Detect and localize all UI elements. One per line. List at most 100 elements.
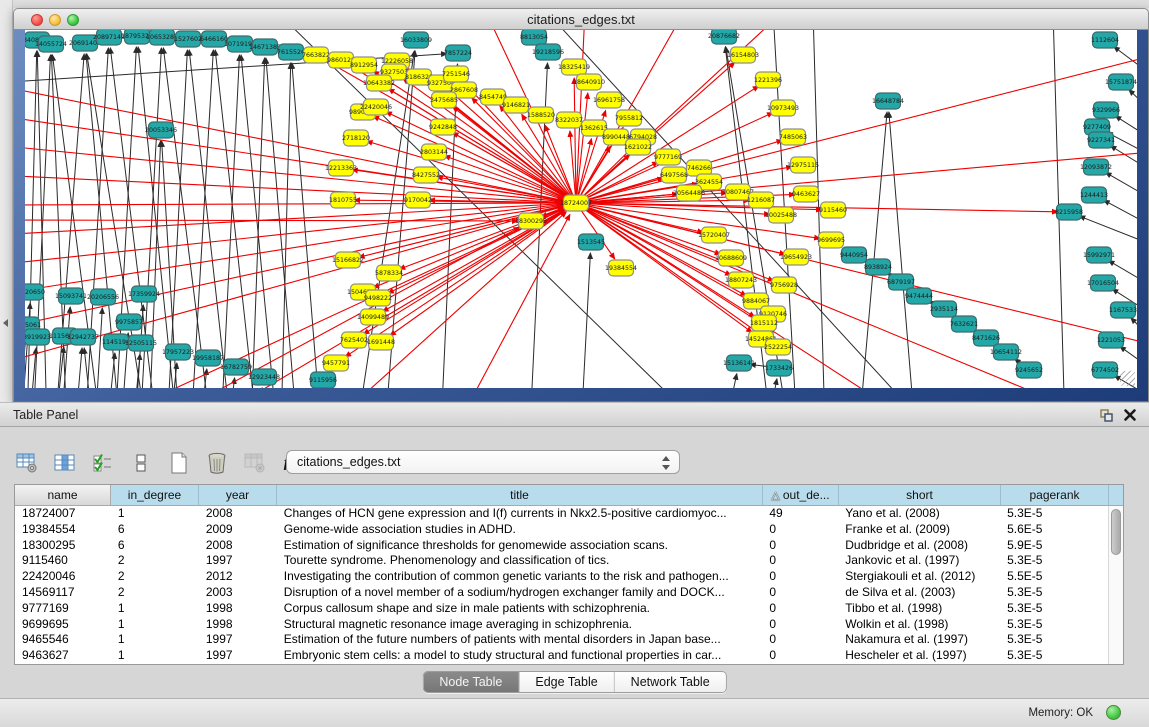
graph-node[interactable]: 7663822: [302, 47, 330, 63]
graph-node[interactable]: 1244413: [1080, 187, 1108, 203]
graph-node[interactable]: 22420046: [360, 99, 392, 115]
memory-ok-indicator[interactable]: [1106, 705, 1121, 720]
graph-node[interactable]: 1588520: [527, 107, 555, 123]
graph-edge[interactable]: [1106, 172, 1137, 198]
graph-edge[interactable]: [581, 253, 590, 388]
graph-edge[interactable]: [1131, 318, 1137, 340]
window-titlebar[interactable]: citations_edges.txt: [13, 8, 1149, 30]
table-row[interactable]: 969969511998Structural magnetic resonanc…: [15, 617, 1108, 633]
graph-node[interactable]: 1527602: [174, 31, 202, 47]
graph-node[interactable]: 6774502: [1091, 362, 1119, 378]
graph-node[interactable]: 1810755: [329, 192, 357, 208]
graph-node[interactable]: 15093741: [55, 288, 87, 304]
graph-node[interactable]: 8813054: [520, 30, 548, 45]
graph-node[interactable]: 8912954: [350, 57, 378, 73]
graph-node[interactable]: 2522254: [764, 339, 792, 355]
graph-node-hub[interactable]: 18724007: [560, 195, 592, 211]
graph-edge-selected[interactable]: [359, 203, 576, 257]
table-row[interactable]: 977716911998Corpus callosum shape and si…: [15, 601, 1108, 617]
graph-node[interactable]: 16961758: [593, 92, 625, 108]
graph-edge[interactable]: [1129, 90, 1137, 110]
table-selector-dropdown[interactable]: citations_edges.txt: [286, 450, 680, 474]
graph-node[interactable]: 10643382: [363, 75, 395, 91]
graph-edge[interactable]: [95, 308, 102, 388]
table-row[interactable]: 1872400712008Changes of HCN gene express…: [15, 506, 1108, 522]
table-row[interactable]: 946554611997Estimation of the future num…: [15, 632, 1108, 648]
graph-node[interactable]: 1621022: [624, 139, 652, 155]
graph-node[interactable]: 8427552: [412, 167, 440, 183]
tab-node-table[interactable]: Node Table: [423, 672, 519, 692]
graph-node[interactable]: 18640910: [573, 74, 605, 90]
graph-node[interactable]: 7857224: [444, 45, 472, 61]
graph-node[interactable]: 18325419: [558, 59, 590, 75]
tab-edge-table[interactable]: Edge Table: [519, 672, 614, 692]
table-row[interactable]: 1830029562008Estimation of significance …: [15, 538, 1108, 554]
table-row[interactable]: 911546021997Tourette syndrome. Phenomeno…: [15, 553, 1108, 569]
graph-node[interactable]: 9498222: [364, 290, 392, 306]
graph-edge[interactable]: [441, 64, 458, 388]
show-columns-button[interactable]: [52, 450, 78, 476]
graph-node[interactable]: 14055724: [35, 36, 67, 52]
graph-edge[interactable]: [1115, 116, 1137, 138]
close-icon[interactable]: [1123, 408, 1137, 422]
column-header-year[interactable]: year: [199, 485, 277, 505]
create-column-button[interactable]: [166, 450, 192, 476]
graph-node[interactable]: 16782759: [220, 359, 252, 375]
table-row[interactable]: 1938455462009Genome-wide association stu…: [15, 522, 1108, 538]
graph-node[interactable]: 18807243: [725, 272, 757, 288]
graph-node[interactable]: 12975115: [787, 157, 819, 173]
graph-node[interactable]: 15751874: [1105, 74, 1137, 90]
graph-node[interactable]: 9699695: [817, 232, 845, 248]
graph-edge-selected[interactable]: [25, 220, 518, 221]
graph-node[interactable]: 9463627: [792, 186, 820, 202]
graph-node[interactable]: 9975857: [115, 314, 143, 330]
graph-node[interactable]: 1216087: [747, 192, 775, 208]
graph-node[interactable]: 17359924: [128, 286, 160, 302]
graph-node[interactable]: 20876682: [708, 30, 740, 44]
graph-node[interactable]: 18300295: [515, 213, 547, 229]
graph-node[interactable]: 1112604: [1091, 32, 1119, 48]
graph-node[interactable]: 9242848: [429, 119, 457, 135]
graph-node[interactable]: 2718120: [342, 130, 370, 146]
graph-node[interactable]: 9170042: [404, 192, 432, 208]
graph-node[interactable]: 12093872: [1080, 159, 1112, 175]
graph-edge[interactable]: [1110, 146, 1137, 170]
graph-node[interactable]: 5878334: [375, 265, 403, 281]
table-row[interactable]: 946362711997Embryonic stem cells: a mode…: [15, 648, 1108, 664]
graph-node[interactable]: 9474444: [905, 288, 933, 304]
graph-node[interactable]: 9457791: [322, 355, 350, 371]
graph-node[interactable]: 15720407: [698, 227, 730, 243]
graph-node[interactable]: 7251546: [442, 66, 470, 82]
graph-edge[interactable]: [767, 379, 777, 388]
graph-node[interactable]: 1221053: [1097, 332, 1125, 348]
graph-edge[interactable]: [1104, 200, 1137, 225]
column-header-pagerank[interactable]: pagerank: [1001, 485, 1109, 505]
row-options-button[interactable]: [128, 450, 154, 476]
graph-node[interactable]: 9756928: [770, 277, 798, 293]
graph-node[interactable]: 2935114: [930, 301, 958, 317]
graph-edge[interactable]: [725, 374, 737, 388]
graph-edge[interactable]: [1114, 47, 1137, 70]
table-row[interactable]: 2242004622012Investigating the contribut…: [15, 569, 1108, 585]
column-header-out_de[interactable]: △out_de...: [763, 485, 839, 505]
graph-node[interactable]: 9115956: [309, 372, 337, 388]
table-row[interactable]: 1456911722003Disruption of a novel membe…: [15, 585, 1108, 601]
graph-node[interactable]: 19384554: [605, 260, 637, 276]
window-close-icon[interactable]: [31, 14, 43, 26]
graph-node[interactable]: 9329966: [1092, 102, 1120, 118]
graph-node[interactable]: 17957223: [162, 344, 194, 360]
graph-edge[interactable]: [215, 50, 257, 388]
graph-node[interactable]: 20053346: [145, 122, 177, 138]
graph-node[interactable]: 2803144: [420, 144, 448, 160]
graph-node[interactable]: 17016504: [1087, 275, 1119, 291]
graph-node[interactable]: 10654112: [990, 344, 1022, 360]
graph-node[interactable]: 19654923: [780, 249, 812, 265]
graph-node[interactable]: 12213363: [325, 160, 357, 176]
graph-edge-selected[interactable]: [576, 203, 1125, 388]
graph-node[interactable]: 15166822: [332, 252, 364, 268]
graph-node[interactable]: 8471626: [972, 330, 1000, 346]
graph-node[interactable]: 14099489: [357, 309, 389, 325]
graph-node[interactable]: 1815112: [750, 315, 778, 331]
graph-edge[interactable]: [266, 58, 297, 388]
panel-collapse-arrow-icon[interactable]: [3, 319, 8, 327]
